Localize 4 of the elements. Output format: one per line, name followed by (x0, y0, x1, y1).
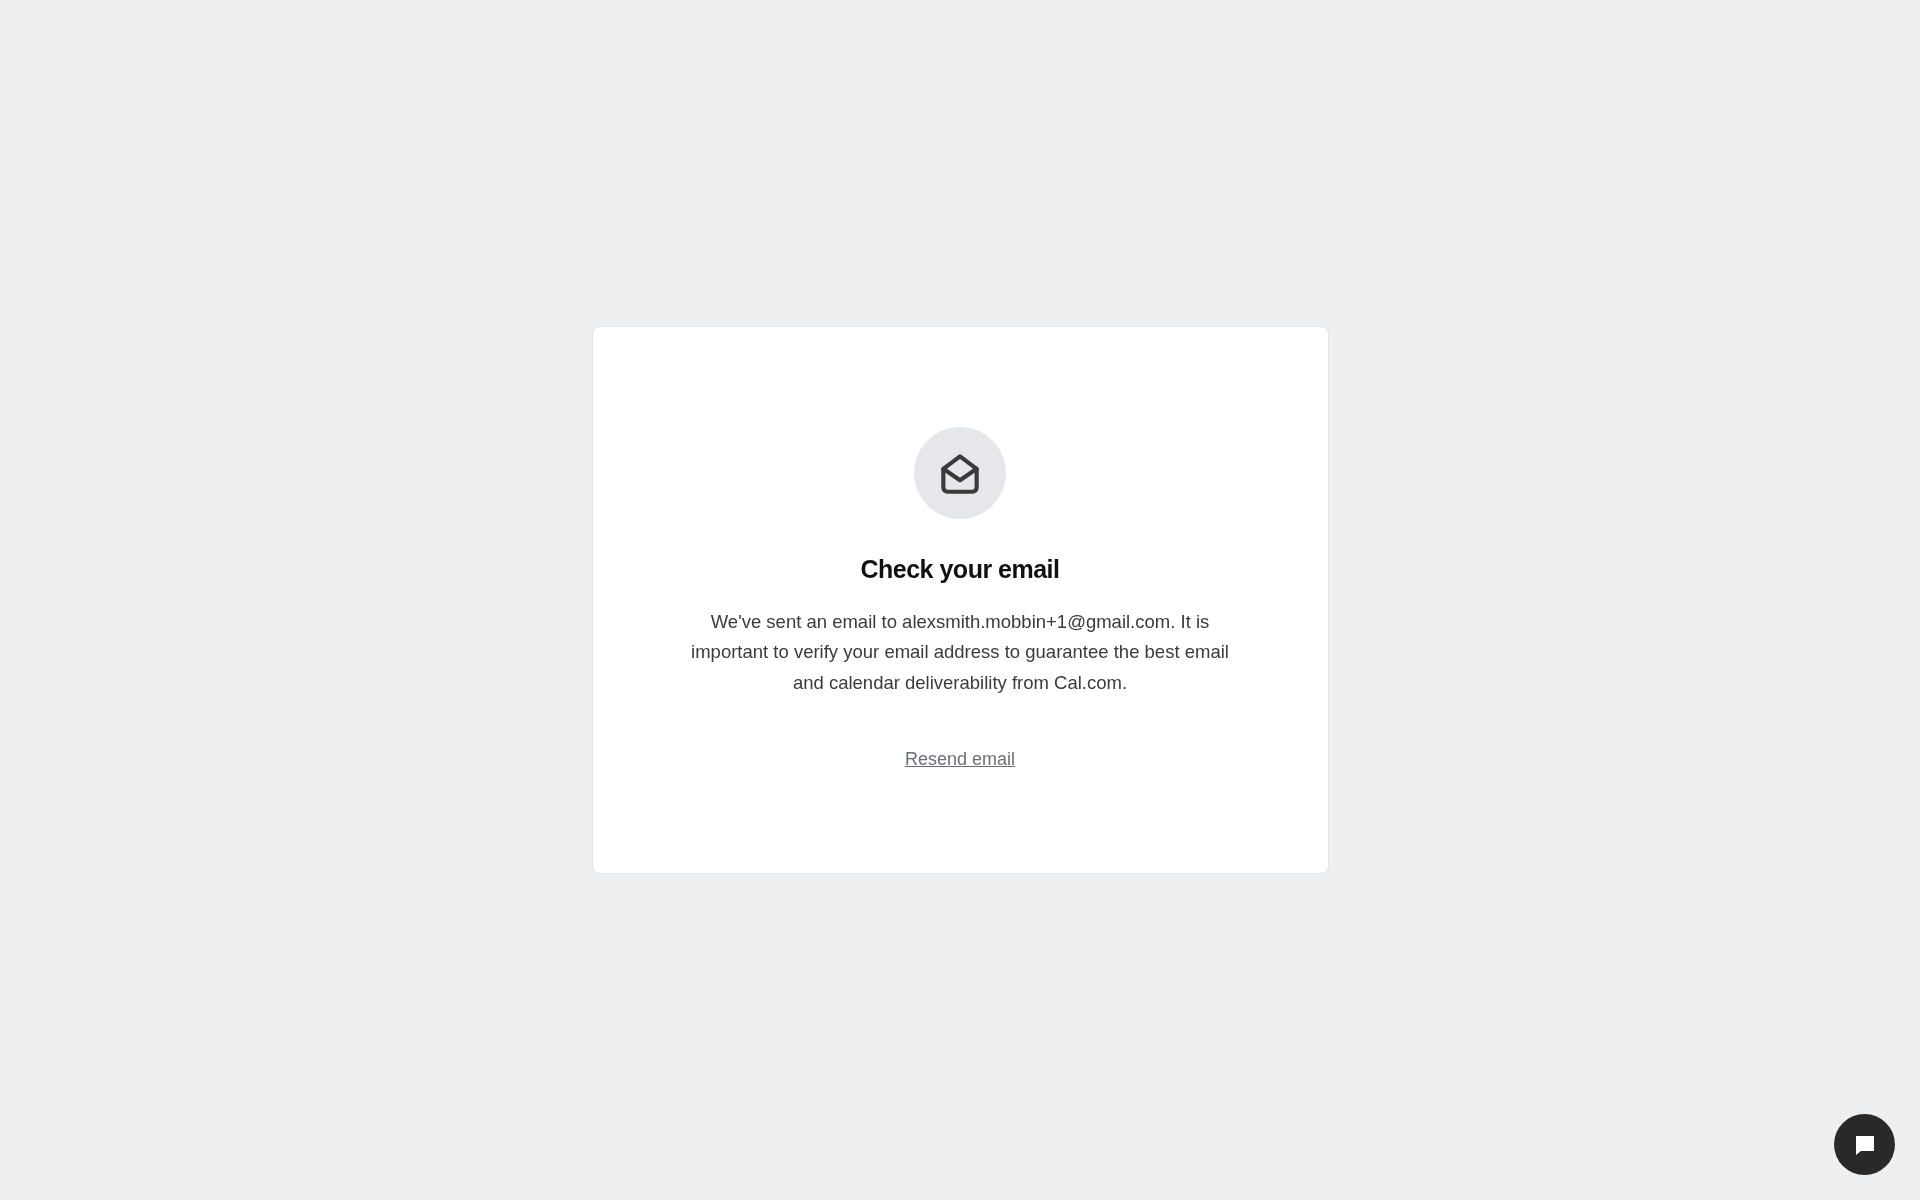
heading: Check your email (860, 554, 1060, 585)
message-text: We've sent an email to alexsmith.mobbin+1@gmail.com. It is important to verify your email address to guarantee the best email and calendar deliverability from Cal.com. (690, 609, 1230, 695)
chat-button[interactable] (1834, 1114, 1895, 1175)
resend-email-link[interactable]: Resend email (904, 746, 1016, 773)
